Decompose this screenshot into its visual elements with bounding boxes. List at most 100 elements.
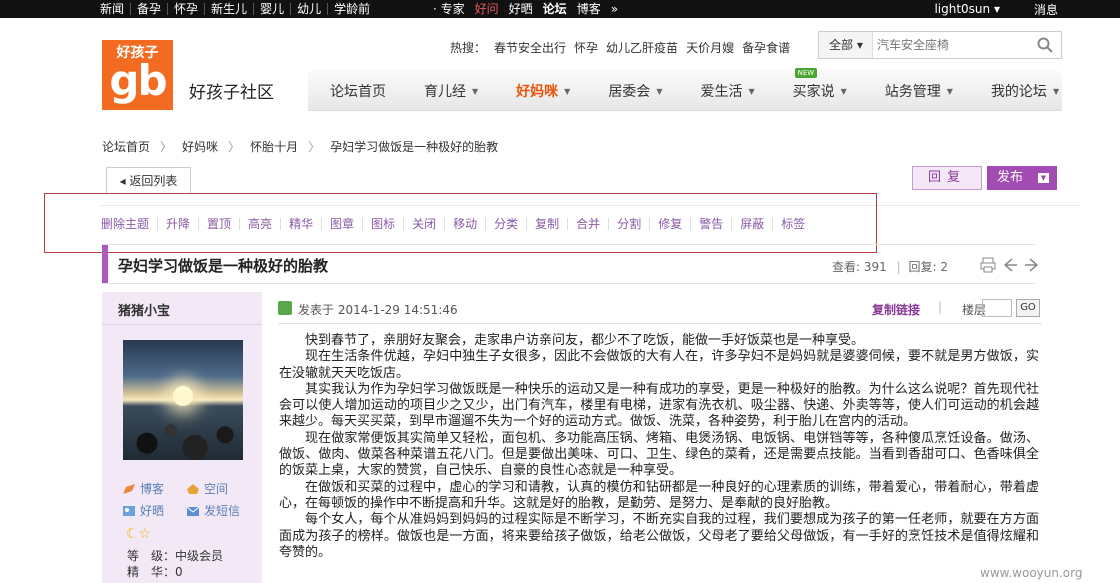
thread-header: 孕妇学习做饭是一种极好的胎教 查看: 391 | 回复: 2 bbox=[102, 244, 1039, 284]
hot-keyword[interactable]: 幼儿乙肝疫苗 bbox=[606, 39, 678, 56]
level-label: 等 级： bbox=[127, 549, 176, 563]
post-paragraph: 现在做家常便饭其实简单又轻松，面包机、多功能高压锅、烤箱、电煲汤锅、电饭锅、电饼… bbox=[279, 430, 1039, 479]
logo-mark: gb bbox=[109, 56, 167, 105]
nav-label: 我的论坛 bbox=[990, 83, 1047, 100]
nav-label: 论坛首页 bbox=[330, 83, 386, 100]
thread-accent-bar bbox=[102, 245, 108, 283]
hot-keyword[interactable]: 怀孕 bbox=[574, 39, 598, 56]
replies-count: 2 bbox=[940, 260, 948, 274]
link-label: 博客 bbox=[140, 482, 165, 496]
nav-committee[interactable]: 居委会 ▼ bbox=[586, 71, 678, 111]
channel-link[interactable]: 新闻 bbox=[100, 3, 132, 15]
divider bbox=[102, 324, 262, 325]
channel-link[interactable]: 新生儿 bbox=[205, 3, 255, 15]
space-icon bbox=[187, 483, 199, 494]
hot-keyword[interactable]: 春节安全出行 bbox=[494, 39, 566, 56]
nav-label: 好妈咪 bbox=[516, 83, 559, 100]
avatar-rocks bbox=[123, 418, 243, 460]
more-icon[interactable]: » bbox=[606, 3, 623, 15]
user-area: light0sun ▾ 消息 bbox=[934, 0, 1058, 18]
chevron-down-icon: ▼ bbox=[1052, 86, 1060, 96]
post-button-label: 发布 bbox=[997, 170, 1024, 185]
messages-link[interactable]: 消息 bbox=[1034, 1, 1058, 18]
author-show-link[interactable]: 好晒 bbox=[122, 502, 164, 519]
breadcrumb-separator: 〉 bbox=[308, 140, 321, 154]
search-scope-select[interactable]: 全部 ▾ bbox=[819, 32, 873, 58]
post-paragraph: 在做饭和买菜的过程中，虚心的学习和请教，认真的模仿和钻研都是一种良好的心理素质的… bbox=[279, 479, 1039, 511]
post-button[interactable]: 发布 ▼ bbox=[987, 166, 1057, 190]
channel-link[interactable]: 学龄前 bbox=[328, 3, 376, 15]
author-blog-link[interactable]: 博客 bbox=[122, 480, 164, 497]
chevron-down-icon: ▼ bbox=[564, 86, 571, 96]
essence-label: 精 华： bbox=[127, 565, 176, 579]
hot-searches: 热搜： 春节安全出行 怀孕 幼儿乙肝疫苗 天价月嫂 备孕食谱 bbox=[450, 39, 790, 56]
author-meta: 等 级：中级会员 精 华：0 bbox=[127, 548, 223, 580]
user-menu[interactable]: light0sun ▾ bbox=[934, 2, 1000, 16]
nav-label: 居委会 bbox=[608, 83, 651, 100]
chevron-down-icon: ▼ bbox=[946, 86, 953, 96]
next-thread-icon[interactable] bbox=[1024, 257, 1040, 273]
post-status-icon bbox=[278, 301, 292, 315]
previous-thread-icon[interactable] bbox=[1002, 257, 1018, 273]
blog-icon bbox=[123, 483, 135, 494]
reply-button[interactable]: 回复 bbox=[912, 166, 982, 190]
breadcrumb-item[interactable]: 怀胎十月 bbox=[250, 138, 298, 155]
breadcrumb-item[interactable]: 论坛首页 bbox=[102, 138, 150, 155]
author-name[interactable]: 猪猪小宝 bbox=[118, 300, 170, 319]
print-icon[interactable] bbox=[980, 257, 996, 273]
author-space-link[interactable]: 空间 bbox=[186, 480, 228, 497]
post-paragraph: 每个女人，每个从准妈妈到妈妈的过程实际是不断学习，不断充实自我的过程，我们要想成… bbox=[279, 512, 1039, 560]
service-link-forum[interactable]: 论坛 bbox=[538, 3, 572, 15]
breadcrumb-current: 孕妇学习做饭是一种极好的胎教 bbox=[330, 140, 499, 154]
nav-label: 站务管理 bbox=[884, 83, 941, 100]
photo-icon bbox=[123, 505, 135, 516]
floor-input[interactable] bbox=[982, 299, 1012, 317]
post-content: 快到春节了，亲朋好友聚会，走家串户访亲问友，都少不了吃饭，能做一手好饭菜也是一种… bbox=[279, 333, 1039, 561]
nav-love-life[interactable]: 爱生活 ▼ bbox=[678, 71, 770, 111]
channel-link[interactable]: 婴儿 bbox=[254, 3, 292, 15]
breadcrumb-separator: 〉 bbox=[160, 140, 173, 154]
site-name: 好孩子社区 bbox=[189, 83, 274, 103]
nav-forum-home[interactable]: 论坛首页 bbox=[308, 71, 402, 111]
chevron-down-icon: ▼ bbox=[472, 86, 479, 96]
post-paragraph: 快到春节了，亲朋好友聚会，走家串户访亲问友，都少不了吃饭，能做一手好饭菜也是一种… bbox=[305, 333, 865, 348]
search-icon[interactable] bbox=[1037, 37, 1053, 53]
post-paragraph: 其实我认为作为孕妇学习做饭既是一种快乐的运动又是一种有成功的享受，更是一种极好的… bbox=[279, 381, 1039, 430]
channel-link[interactable]: 备孕 bbox=[131, 3, 169, 15]
go-button[interactable]: GO bbox=[1016, 299, 1040, 317]
nav-good-mommy[interactable]: 好妈咪 ▼ bbox=[494, 71, 586, 111]
chevron-down-icon: ▼ bbox=[840, 86, 847, 96]
views-count: 391 bbox=[863, 260, 887, 274]
new-badge: NEW bbox=[794, 67, 818, 78]
copy-link-button[interactable]: 复制链接 bbox=[872, 301, 920, 318]
essence-value: 0 bbox=[175, 565, 183, 579]
channel-link[interactable]: 怀孕 bbox=[168, 3, 206, 15]
hot-label: 热搜： bbox=[450, 41, 487, 55]
breadcrumb: 论坛首页 〉 好妈咪 〉 怀胎十月 〉 孕妇学习做饭是一种极好的胎教 bbox=[102, 138, 498, 155]
watermark: www.wooyun.org bbox=[980, 566, 1083, 580]
replies-label: 回复: bbox=[908, 260, 937, 274]
search-input[interactable] bbox=[877, 35, 1027, 55]
hot-keyword[interactable]: 备孕食谱 bbox=[742, 39, 790, 56]
nav-buyers-say[interactable]: NEW 买家说 ▼ bbox=[771, 67, 863, 111]
service-link-blog[interactable]: 博客 bbox=[572, 3, 606, 15]
back-to-list-button[interactable]: ◂ 返回列表 bbox=[106, 167, 191, 194]
service-link-experts[interactable]: · 专家 bbox=[428, 3, 470, 15]
level-value: 中级会员 bbox=[175, 549, 224, 563]
nav-my-forum[interactable]: 我的论坛 ▼ bbox=[969, 71, 1075, 111]
breadcrumb-item[interactable]: 好妈咪 bbox=[182, 138, 218, 155]
nav-site-admin[interactable]: 站务管理 ▼ bbox=[863, 71, 969, 111]
channel-link[interactable]: 幼儿 bbox=[291, 3, 329, 15]
hot-keyword[interactable]: 天价月嫂 bbox=[686, 39, 734, 56]
breadcrumb-separator: 〉 bbox=[228, 140, 241, 154]
avatar[interactable] bbox=[123, 340, 243, 460]
service-link-ask[interactable]: 好问 bbox=[470, 3, 504, 15]
author-message-link[interactable]: 发短信 bbox=[186, 502, 240, 519]
search-box: 全部 ▾ bbox=[818, 31, 1062, 59]
nav-parenting[interactable]: 育儿经 ▼ bbox=[402, 71, 494, 111]
site-logo[interactable]: 好孩子 gb bbox=[102, 40, 173, 110]
rank-stars-icon: ☾☆ bbox=[126, 526, 152, 542]
link-label: 发短信 bbox=[204, 504, 241, 518]
service-link-show[interactable]: 好晒 bbox=[504, 3, 538, 15]
chevron-down-icon[interactable]: ▼ bbox=[1038, 173, 1049, 183]
